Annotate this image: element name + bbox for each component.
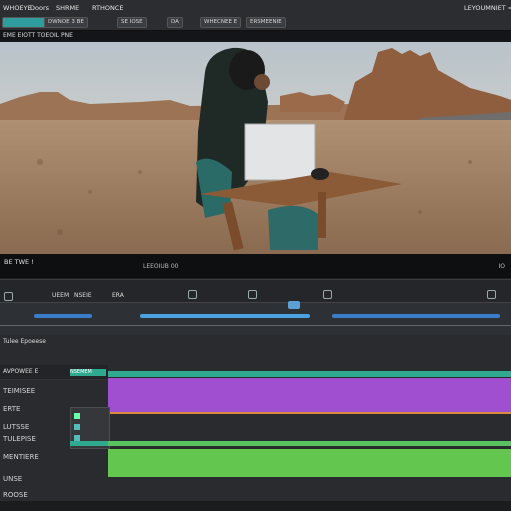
viewer-title: EME EIOTT TOEOIL PNE	[3, 32, 73, 39]
link-icon[interactable]	[248, 290, 257, 299]
overview-clip-3	[332, 314, 500, 318]
overview-clip-2	[140, 314, 310, 318]
timecode-display: LEEOIUB 00	[143, 263, 179, 270]
clip-label[interactable]: NSEMEM	[70, 369, 106, 376]
workspace-button-3[interactable]: DA	[167, 17, 183, 28]
timeline-toolbar-label-1[interactable]: UEEM	[52, 292, 69, 299]
track-row-2[interactable]: ERTE	[3, 405, 20, 413]
settings-icon[interactable]	[487, 290, 496, 299]
workspace-button-5[interactable]: ERSMEENIE	[246, 17, 286, 28]
menu-item-4[interactable]: RTHONCE	[92, 4, 124, 12]
workspace-button-2[interactable]: SE IOSE	[117, 17, 147, 28]
audio-clip-teal[interactable]	[108, 371, 511, 377]
track-1-name: AVPOWEE E	[3, 368, 39, 375]
track-row-6[interactable]: UNSE	[3, 475, 22, 483]
track-row-1[interactable]: TEIMISEE	[3, 387, 35, 395]
track-swatch-2	[74, 424, 80, 430]
tracks-header-label: Tulee Epoeese	[3, 338, 46, 345]
menu-item-1[interactable]: WHOEYE	[3, 4, 32, 12]
marker-icon[interactable]	[323, 290, 332, 299]
ruler-baseline	[0, 325, 511, 326]
timeline-ruler[interactable]	[0, 301, 511, 336]
green-clip-label[interactable]	[70, 441, 108, 446]
overview-clip-1	[34, 314, 92, 318]
track-row-7[interactable]: ROOSE	[3, 491, 28, 499]
zoom-display[interactable]: IO	[499, 263, 506, 270]
viewer-title-strip: EME EIOTT TOEOIL PNE	[0, 31, 511, 41]
video-frame	[0, 42, 511, 254]
menu-item-settings[interactable]: LEYOUMNIET =	[464, 4, 511, 12]
program-monitor[interactable]	[0, 42, 511, 254]
timeline-status-bar	[0, 501, 511, 511]
menu-item-2[interactable]: Doors	[30, 4, 49, 12]
timeline-toolbar-label-3[interactable]: ERA	[112, 292, 124, 299]
track-swatch-1	[74, 413, 80, 419]
snap-icon[interactable]	[188, 290, 197, 299]
monitor-info-bar: BE TWE ! LEEOIUB 00 IO	[0, 254, 511, 278]
menu-bar: WHOEYE Doors SHRME RTHONCE LEYOUMNIET = …	[0, 0, 511, 31]
workspace-button-4[interactable]: WHECNEE E	[200, 17, 242, 28]
workspace-button-1[interactable]: DWNOE 3 BE	[44, 17, 88, 28]
timeline-tracks: Tulee Epoeese AVPOWEE E NSEMEM TEIMISEE …	[0, 335, 511, 511]
playhead-handle[interactable]	[288, 301, 300, 309]
track-row-3[interactable]: LUTSSE	[3, 423, 29, 431]
track-row-5[interactable]: MENTIERE	[3, 453, 39, 461]
video-clip-purple[interactable]	[108, 378, 511, 412]
timeline-toolbar: UEEM NSEIE ERA	[0, 279, 511, 302]
green-clip[interactable]	[108, 449, 511, 477]
timeline-toolbar-label-2[interactable]: NSEIE	[74, 292, 92, 299]
clip-divider	[108, 412, 511, 414]
track-row-4[interactable]: TULEPISE	[3, 435, 36, 443]
green-clip-top[interactable]	[108, 441, 511, 446]
menu-item-3[interactable]: SHRME	[56, 4, 79, 12]
workspace-tab-active[interactable]	[2, 17, 48, 28]
timeline-tool-icon[interactable]	[4, 292, 13, 301]
clip-caption: BE TWE !	[4, 258, 34, 266]
